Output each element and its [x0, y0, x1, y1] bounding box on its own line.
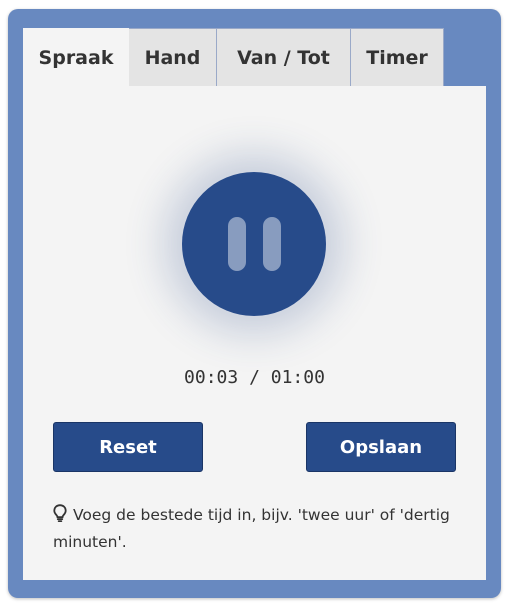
pause-bar-left — [227, 217, 246, 271]
pause-bar-right — [262, 217, 281, 271]
tab-van-tot[interactable]: Van / Tot — [217, 28, 351, 87]
elapsed-time: 00:03 / 01:00 — [184, 367, 325, 388]
pause-recording-button[interactable] — [182, 172, 326, 316]
tab-hand[interactable]: Hand — [129, 28, 217, 87]
tab-timer[interactable]: Timer — [351, 28, 444, 87]
save-button[interactable]: Opslaan — [306, 422, 456, 472]
tab-bar: Spraak Hand Van / Tot Timer — [23, 28, 444, 88]
hint-text: Voeg de bestede tijd in, bijv. 'twee uur… — [53, 503, 463, 555]
pause-icon — [227, 217, 281, 271]
hint-label: Voeg de bestede tijd in, bijv. 'twee uur… — [53, 506, 450, 551]
lightbulb-icon — [53, 504, 67, 530]
tab-spraak[interactable]: Spraak — [23, 28, 129, 88]
reset-button[interactable]: Reset — [53, 422, 203, 472]
